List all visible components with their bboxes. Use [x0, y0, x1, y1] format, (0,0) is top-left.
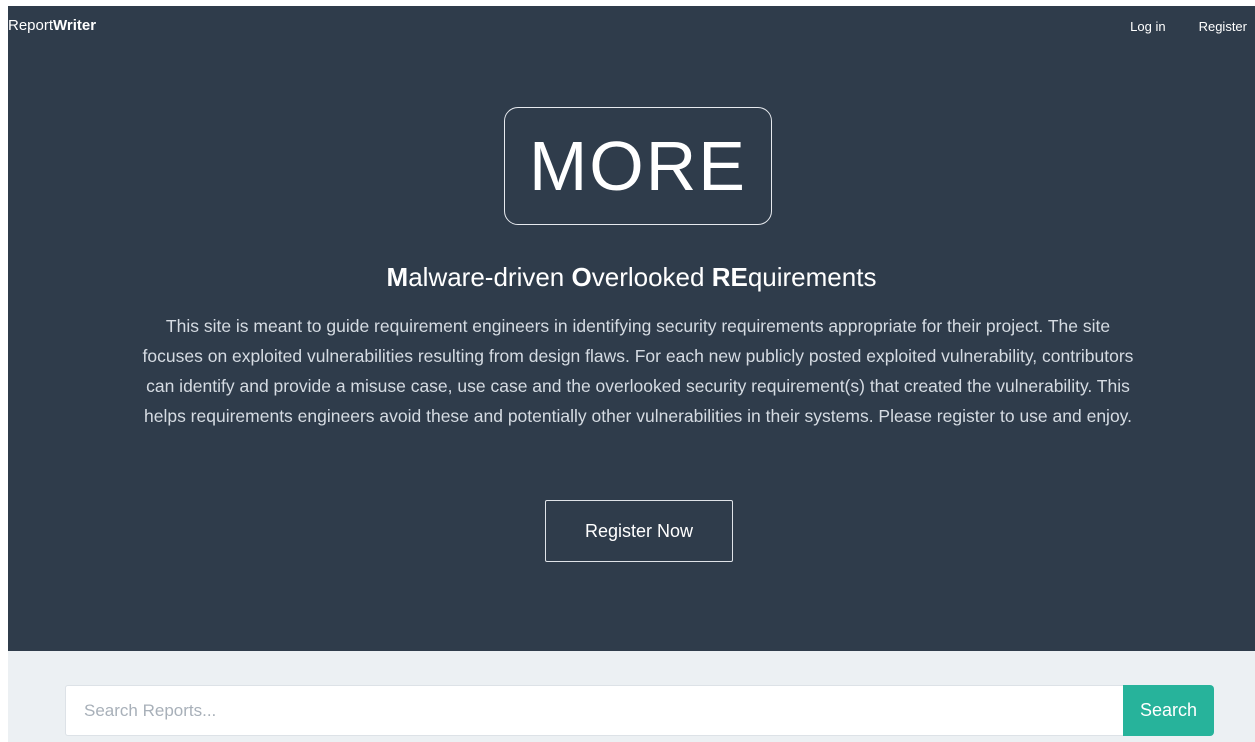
- register-link[interactable]: Register: [1199, 19, 1247, 34]
- headline-letter-o: O: [571, 262, 592, 292]
- headline-word-quirements: quirements: [747, 262, 877, 292]
- brand-logo-link[interactable]: ReportWriter: [8, 17, 96, 34]
- search-button[interactable]: Search: [1123, 685, 1214, 736]
- register-now-button[interactable]: Register Now: [545, 500, 733, 562]
- headline-word-alware: alware-driven: [408, 262, 572, 292]
- page-headline: Malware-driven Overlooked REquirements: [8, 262, 1255, 293]
- headline-letter-m: M: [386, 262, 409, 292]
- brand-name-regular: Report: [8, 17, 54, 34]
- more-logo: MORE: [504, 107, 772, 225]
- headline-letters-re: RE: [711, 262, 748, 292]
- brand-name-bold: Writer: [53, 17, 97, 34]
- headline-word-verlooked: verlooked: [591, 262, 712, 292]
- page-frame: ReportWriter Log in Register MORE Malwar…: [8, 6, 1255, 742]
- top-nav: Log in Register: [1130, 19, 1247, 34]
- login-link[interactable]: Log in: [1130, 19, 1165, 34]
- hero-section: ReportWriter Log in Register MORE Malwar…: [8, 6, 1255, 651]
- search-section: Search: [8, 651, 1255, 742]
- site-description: This site is meant to guide requirement …: [142, 316, 1134, 426]
- search-bar: Search: [65, 685, 1214, 736]
- search-input[interactable]: [65, 685, 1123, 736]
